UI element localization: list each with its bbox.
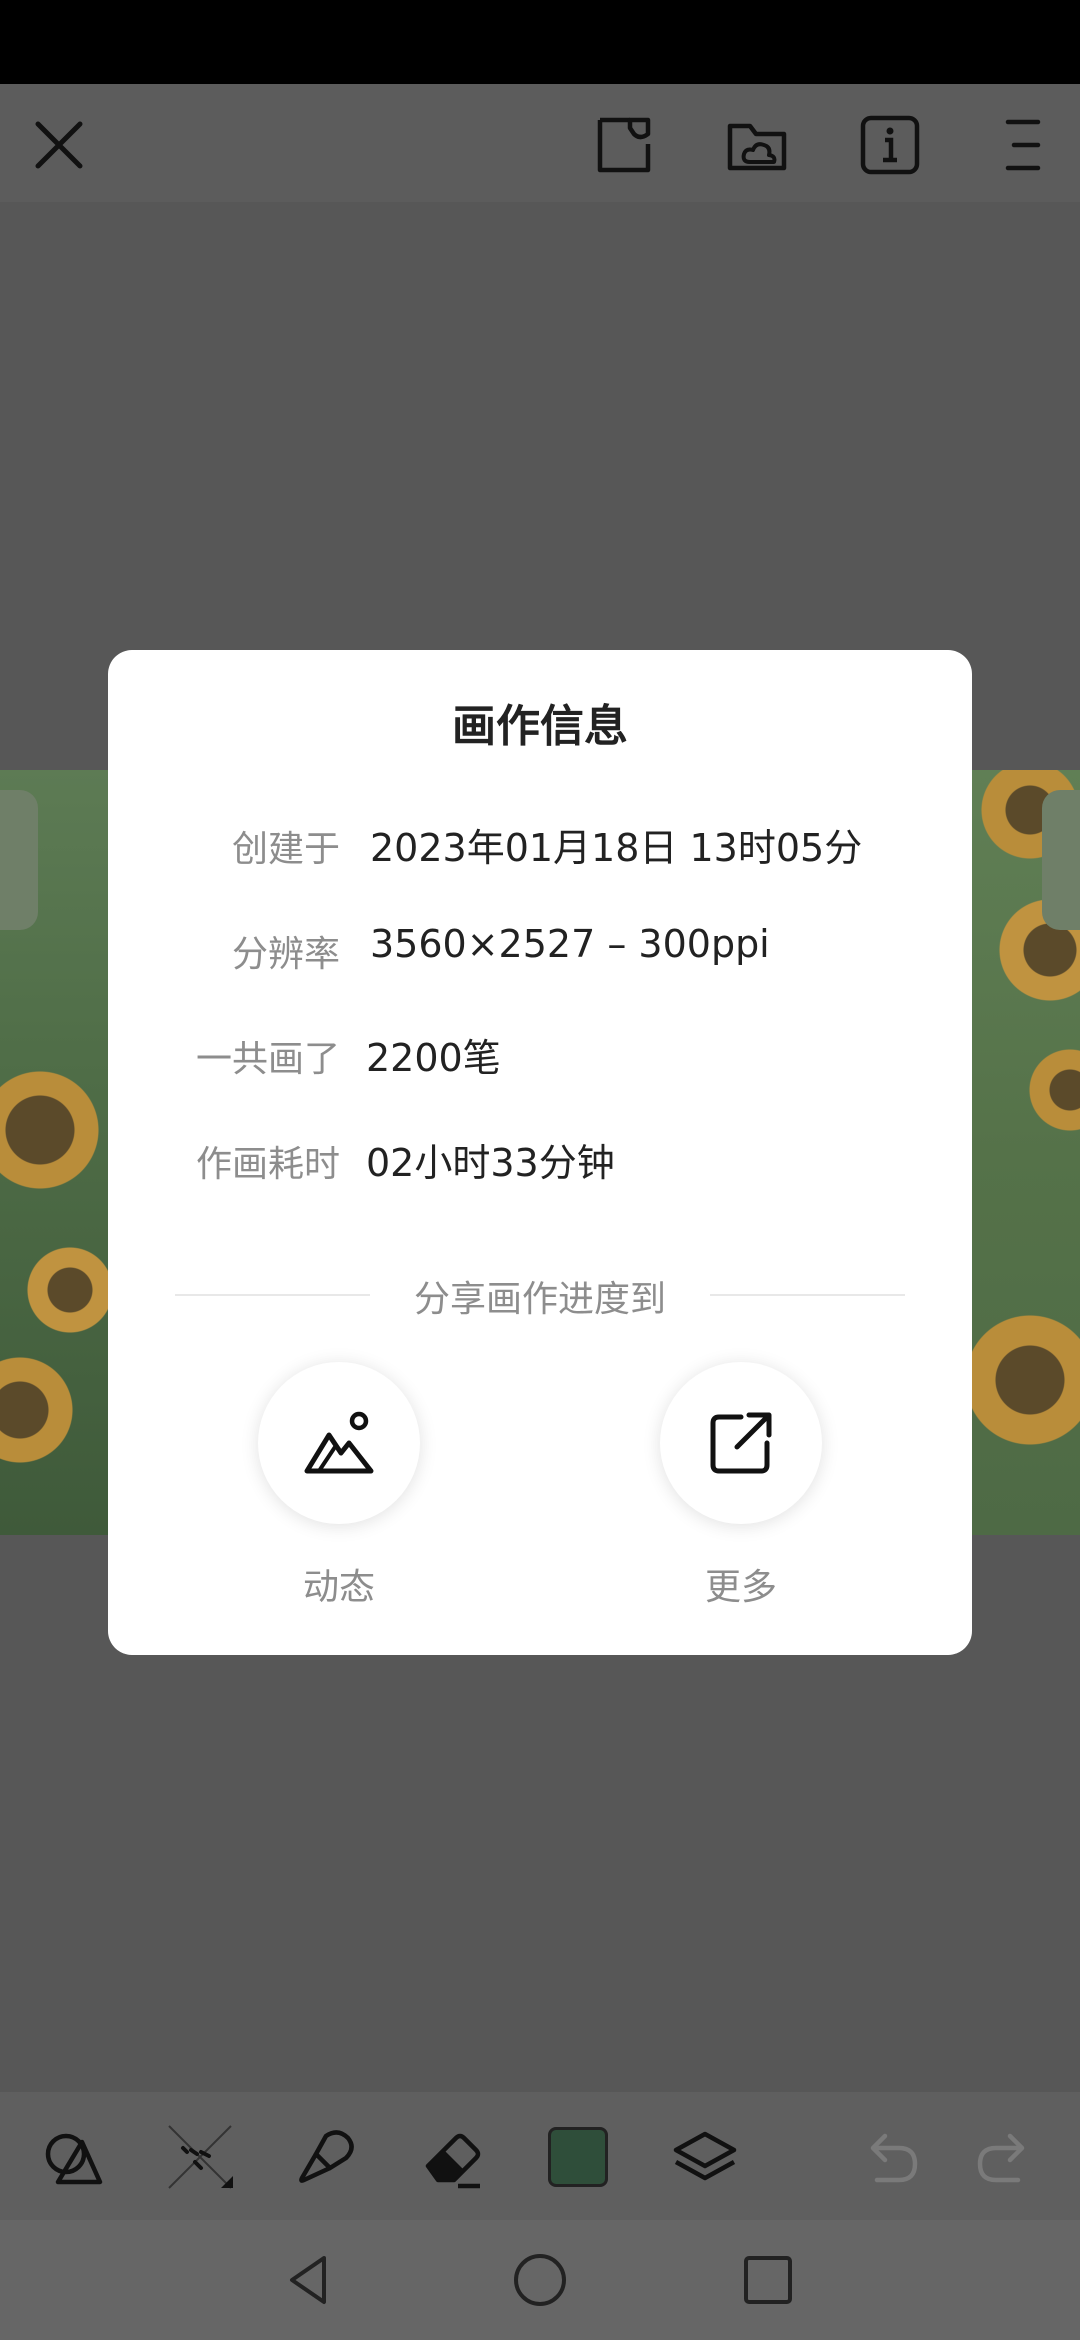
undo-icon: [870, 2133, 918, 2183]
dialog-title: 画作信息: [452, 701, 628, 752]
external-share-icon: [710, 1412, 772, 1474]
redo-button[interactable]: [970, 2122, 1040, 2192]
back-triangle-icon: [290, 2256, 326, 2304]
share-more-label: 更多: [704, 1567, 777, 1608]
share-section-title: 分享画作进度到: [413, 1279, 666, 1320]
notebook-icon: [597, 117, 651, 173]
brush-icon: [299, 2130, 354, 2183]
undo-button[interactable]: [855, 2122, 925, 2192]
close-button[interactable]: [24, 110, 94, 180]
shapes-icon: [45, 2133, 103, 2185]
created-value: 2023年01月18日 13时05分: [370, 826, 863, 870]
notebook-button[interactable]: [590, 110, 660, 180]
info-icon: [860, 115, 920, 175]
color-picker[interactable]: [548, 2127, 608, 2187]
left-side-handle[interactable]: [0, 790, 38, 930]
status-bar: [0, 0, 1080, 84]
nav-home-button[interactable]: [510, 2250, 570, 2310]
right-side-handle[interactable]: [1042, 790, 1080, 930]
nav-recents-button[interactable]: [738, 2250, 798, 2310]
strokes-value: 2200笔: [366, 1036, 501, 1080]
home-circle-icon: [514, 2254, 566, 2306]
layers-icon: [673, 2131, 737, 2181]
recents-square-icon: [744, 2256, 792, 2304]
duration-value: 02小时33分钟: [366, 1141, 615, 1185]
transform-icon: [168, 2125, 233, 2189]
share-moments-label: 动态: [302, 1567, 375, 1608]
info-button[interactable]: [855, 110, 925, 180]
share-moments-button[interactable]: [258, 1362, 420, 1524]
menu-button[interactable]: [988, 110, 1058, 180]
resolution-value: 3560×2527 – 300ppi: [370, 922, 770, 966]
shapes-tool[interactable]: [38, 2122, 108, 2192]
created-label: 创建于: [231, 829, 340, 870]
strokes-label: 一共画了: [195, 1039, 340, 1080]
share-more-button[interactable]: [660, 1362, 822, 1524]
eraser-icon: [425, 2133, 481, 2189]
close-icon: [35, 121, 83, 169]
brush-tool[interactable]: [290, 2122, 360, 2192]
mountain-image-icon: [304, 1411, 374, 1474]
cloud-folder-button[interactable]: [722, 110, 792, 180]
cloud-folder-icon: [727, 123, 787, 171]
layers-tool[interactable]: [670, 2122, 740, 2192]
duration-label: 作画耗时: [195, 1144, 340, 1185]
transform-tool[interactable]: [165, 2122, 235, 2192]
redo-icon: [977, 2133, 1025, 2183]
eraser-tool[interactable]: [418, 2122, 488, 2192]
resolution-label: 分辨率: [231, 934, 340, 975]
nav-back-button[interactable]: [280, 2250, 340, 2310]
menu-icon: [1005, 119, 1041, 171]
